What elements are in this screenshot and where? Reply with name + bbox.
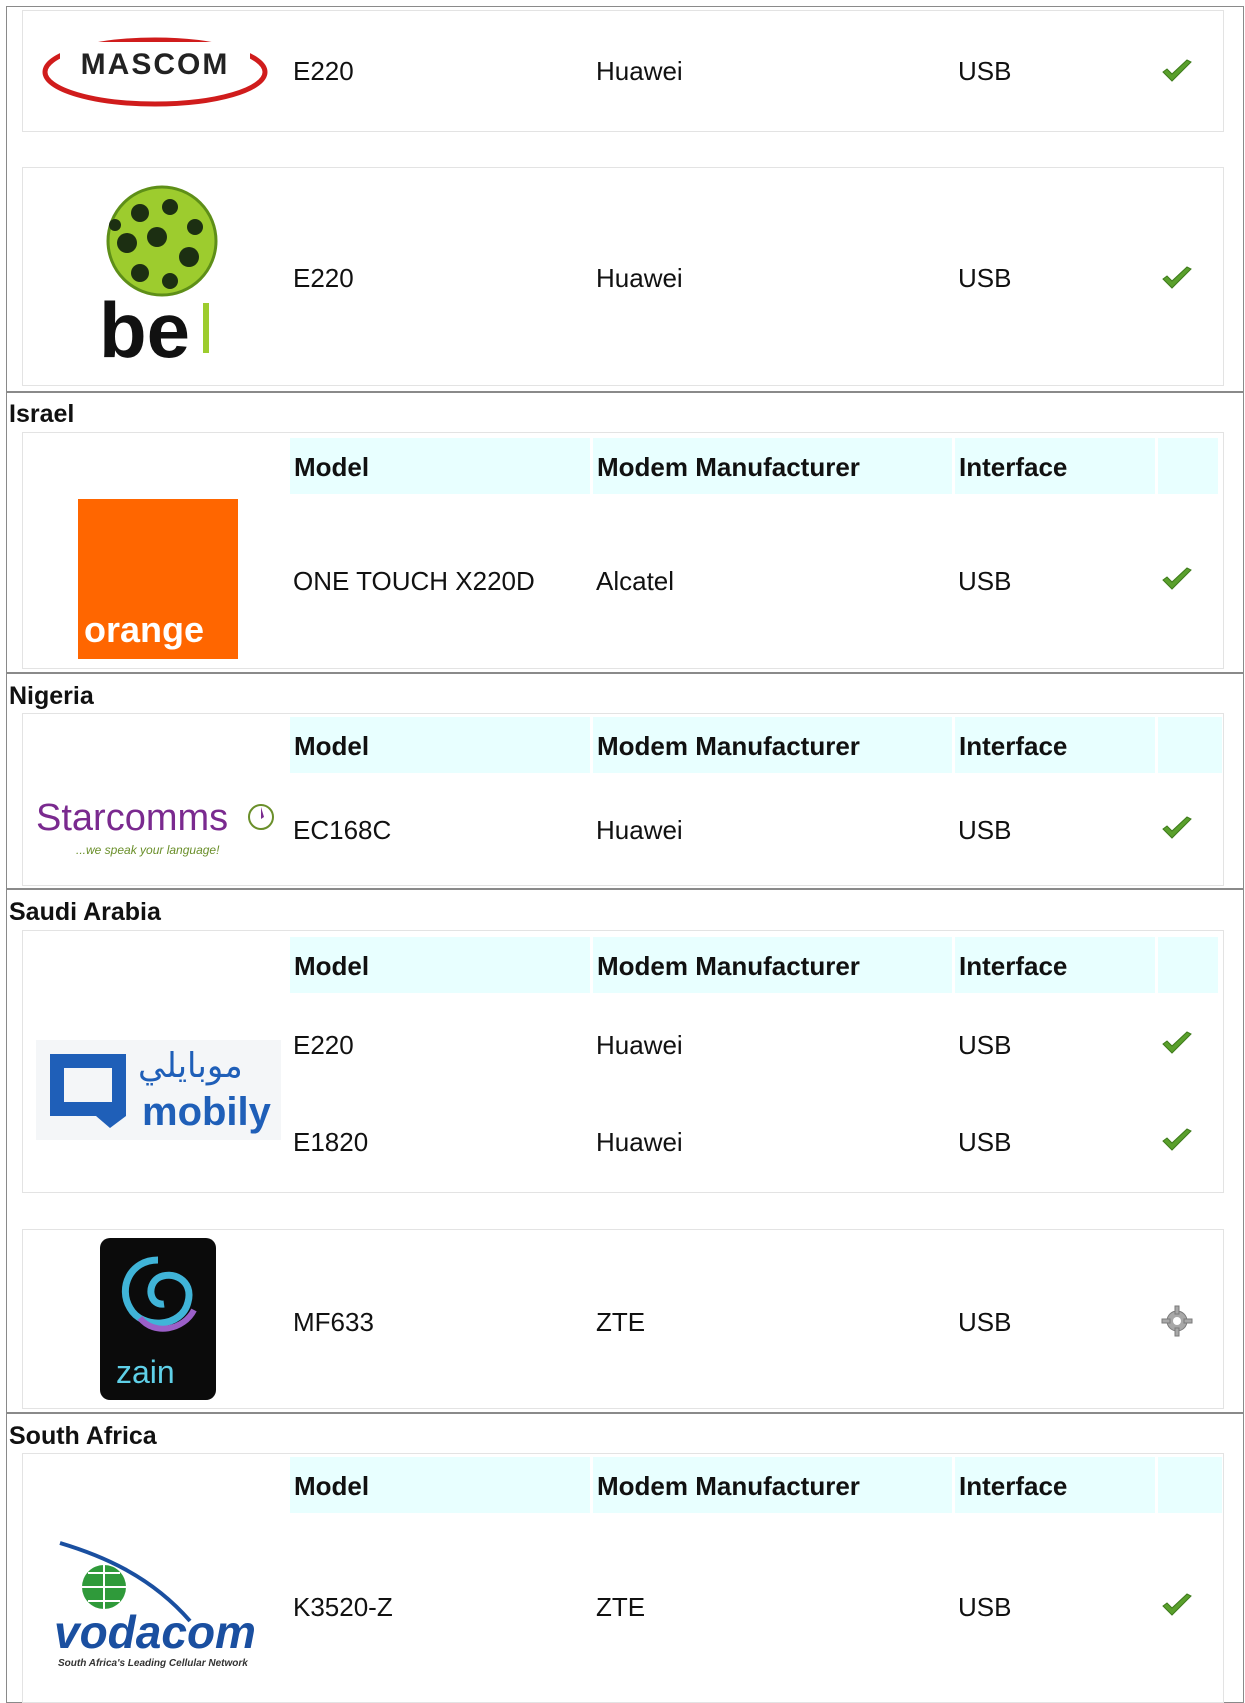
column-header-model: Model [290, 1457, 590, 1513]
country-heading: Saudi Arabia [9, 898, 161, 926]
manufacturer-cell: Huawei [596, 1030, 683, 1060]
column-header-manufacturer: Modem Manufacturer [593, 937, 952, 993]
manufacturer-cell: ZTE [596, 1592, 646, 1622]
interface-cell: USB [958, 1127, 1012, 1157]
check-icon [1160, 55, 1194, 89]
column-header-interface: Interface [955, 1457, 1155, 1513]
column-header-manufacturer: Modem Manufacturer [593, 717, 952, 773]
zain-logo-text: zain [116, 1354, 175, 1390]
column-header-interface: Interface [955, 937, 1155, 993]
check-icon [1160, 812, 1194, 846]
country-heading: South Africa [9, 1422, 157, 1450]
interface-cell: USB [958, 566, 1012, 596]
column-header-manufacturer: Modem Manufacturer [593, 438, 952, 494]
column-header-model: Model [290, 438, 590, 494]
gear-icon [1160, 1304, 1194, 1338]
model-cell: EC168C [293, 815, 392, 845]
model-cell: MF633 [293, 1307, 374, 1337]
country-heading: Nigeria [9, 682, 94, 710]
column-header-status [1158, 717, 1222, 773]
column-header-status [1158, 937, 1218, 993]
manufacturer-cell: Huawei [596, 56, 683, 86]
model-cell: E1820 [293, 1127, 369, 1157]
vodacom-tagline: South Africa's Leading Cellular Network [58, 1658, 248, 1669]
orange-logo-text: orange [84, 609, 205, 650]
mascom-logo: MASCOM [40, 22, 270, 112]
device-compatibility-page: MASCOM E220 Huawei USB be E220 Huawei US… [0, 0, 1245, 1703]
check-icon [1160, 1027, 1194, 1061]
manufacturer-cell: Alcatel [596, 566, 675, 596]
model-cell: E220 [293, 263, 354, 293]
country-heading: Israel [9, 400, 75, 428]
manufacturer-cell: Huawei [596, 263, 683, 293]
interface-cell: USB [958, 1030, 1012, 1060]
be-mobile-logo: be [95, 185, 230, 374]
be-logo-text: be [99, 286, 190, 365]
orange-logo: orange [78, 499, 238, 659]
vodacom-logo-text: vodacom [54, 1606, 256, 1658]
starcomms-logo-text: Starcomms [36, 797, 229, 839]
interface-cell: USB [958, 263, 1012, 293]
model-cell: E220 [293, 56, 354, 86]
manufacturer-cell: Huawei [596, 1127, 683, 1157]
check-icon [1160, 262, 1194, 296]
model-cell: K3520-Z [293, 1592, 393, 1622]
interface-cell: USB [958, 56, 1012, 86]
check-icon [1160, 1589, 1194, 1623]
column-header-interface: Interface [955, 717, 1155, 773]
mobily-logo-text: mobily [142, 1090, 271, 1134]
starcomms-tagline: ...we speak your language! [76, 843, 220, 857]
interface-cell: USB [958, 1592, 1012, 1622]
column-header-status [1158, 438, 1218, 494]
column-header-status [1158, 1457, 1222, 1513]
check-icon [1160, 1124, 1194, 1158]
mascom-logo-text: MASCOM [81, 48, 230, 81]
manufacturer-cell: ZTE [596, 1307, 646, 1337]
model-cell: E220 [293, 1030, 354, 1060]
manufacturer-cell: Huawei [596, 815, 683, 845]
mobily-logo: موبايلي mobily [36, 1040, 281, 1140]
column-header-model: Model [290, 937, 590, 993]
check-icon [1160, 563, 1194, 597]
mobily-arabic-text: موبايلي [138, 1046, 243, 1086]
column-header-model: Model [290, 717, 590, 773]
model-cell: ONE TOUCH X220D [293, 566, 535, 596]
vodacom-logo: vodacom South Africa's Leading Cellular … [40, 1535, 285, 1675]
starcomms-logo: Starcomms ...we speak your language! [34, 797, 284, 863]
zain-logo: zain [100, 1238, 216, 1400]
interface-cell: USB [958, 1307, 1012, 1337]
interface-cell: USB [958, 815, 1012, 845]
column-header-interface: Interface [955, 438, 1155, 494]
column-header-manufacturer: Modem Manufacturer [593, 1457, 952, 1513]
